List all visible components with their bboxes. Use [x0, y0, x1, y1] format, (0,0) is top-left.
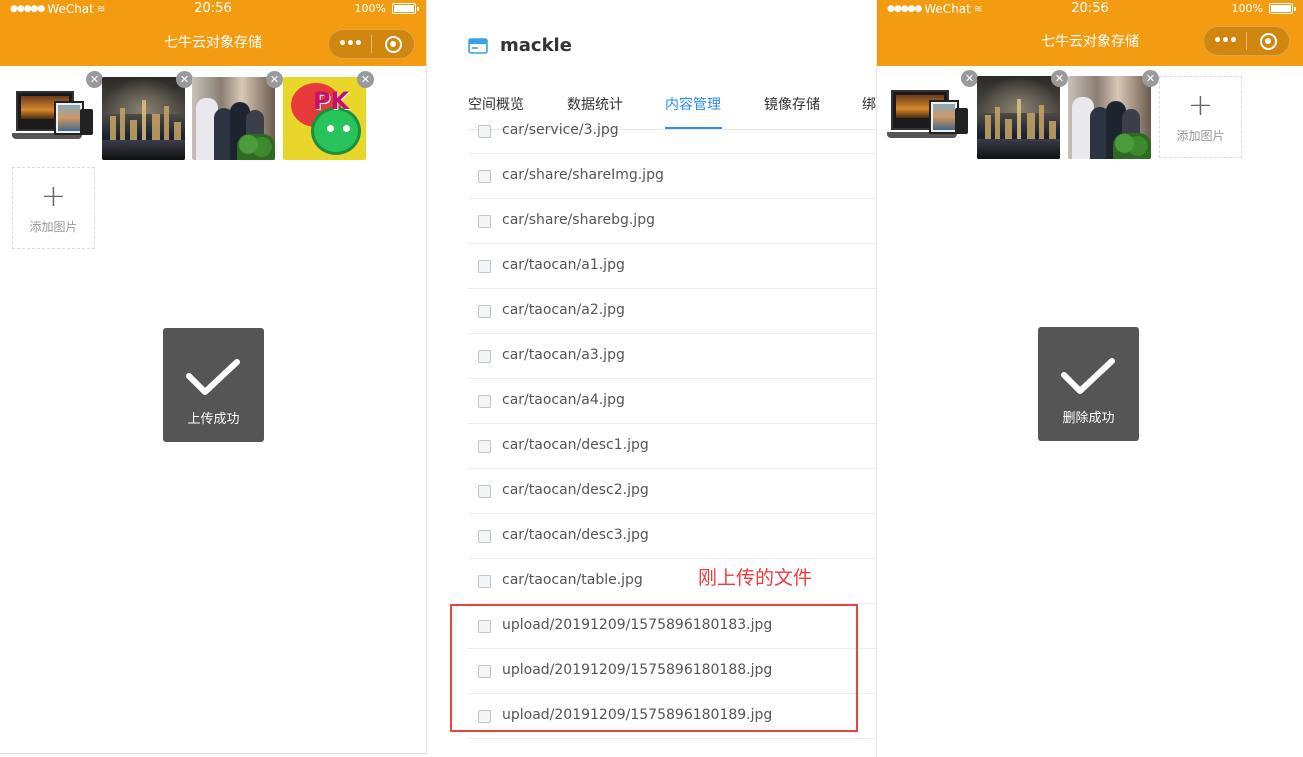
file-row[interactable]: car/taocan/desc2.jpg [468, 469, 876, 514]
file-checkbox[interactable] [478, 395, 491, 408]
file-row[interactable]: car/taocan/table.jpg [468, 559, 876, 604]
add-image-label: 添加图片 [1176, 129, 1225, 143]
close-miniprogram-button[interactable] [372, 35, 414, 53]
image-thumbnail[interactable]: ✕ [192, 71, 283, 160]
target-icon [1259, 32, 1277, 50]
file-row[interactable]: car/taocan/desc1.jpg [468, 424, 876, 469]
remove-image-icon[interactable]: ✕ [1051, 70, 1068, 87]
toast-message: 上传成功 [187, 412, 240, 427]
people-image [1068, 76, 1151, 159]
image-thumbnail[interactable]: ✕ [102, 71, 193, 160]
capsule-menu: ••• [1203, 26, 1290, 56]
image-thumbnail[interactable]: ✕ [977, 70, 1068, 159]
file-checkbox[interactable] [478, 485, 491, 498]
remove-image-icon[interactable]: ✕ [266, 71, 283, 88]
file-checkbox[interactable] [478, 575, 491, 588]
file-name: car/share/sharebg.jpg [502, 212, 655, 228]
file-name: car/taocan/a2.jpg [502, 302, 625, 318]
file-name: car/taocan/desc1.jpg [502, 437, 649, 453]
battery-icon [1269, 3, 1296, 14]
file-checkbox[interactable] [478, 530, 491, 543]
image-thumbnail[interactable]: PK ✕ [283, 71, 374, 160]
people-image [192, 77, 275, 160]
battery-percent: 100% [354, 2, 386, 15]
status-bar: ●●●●● WeChat ≋ 20:56 100% [877, 0, 1303, 18]
right-phone-screen: ●●●●● WeChat ≋ 20:56 100% 七牛云对象存储 ••• ✕ [876, 0, 1303, 757]
battery-icon [392, 3, 419, 14]
remove-image-icon[interactable]: ✕ [961, 70, 978, 87]
file-row[interactable]: car/taocan/a2.jpg [468, 289, 876, 334]
remove-image-icon[interactable]: ✕ [176, 71, 193, 88]
pk-image: PK [283, 77, 366, 160]
file-checkbox[interactable] [478, 260, 491, 273]
bucket-header: mackle [468, 35, 572, 56]
checkmark-icon [186, 359, 240, 395]
city-night-image [977, 76, 1060, 159]
remove-image-icon[interactable]: ✕ [86, 71, 103, 88]
add-image-label: 添加图片 [29, 220, 78, 234]
add-image-button[interactable]: + 添加图片 [1159, 76, 1242, 158]
capsule-menu: ••• [328, 29, 415, 59]
file-name: car/service/3.jpg [502, 122, 619, 138]
close-miniprogram-button[interactable] [1247, 32, 1289, 50]
checkmark-icon [1061, 358, 1115, 394]
toast: 上传成功 [163, 328, 264, 442]
bucket-name: mackle [500, 35, 572, 56]
file-row[interactable]: car/taocan/a3.jpg [468, 334, 876, 379]
more-icon[interactable]: ••• [1204, 33, 1246, 49]
file-name: car/taocan/desc2.jpg [502, 482, 649, 498]
qiniu-console: mackle 空间概览 数据统计 内容管理 镜像存储 绑 car/service… [428, 0, 876, 757]
devices-image [887, 76, 970, 159]
file-name: car/taocan/a4.jpg [502, 392, 625, 408]
more-icon[interactable]: ••• [329, 36, 371, 52]
file-row[interactable]: car/share/shareImg.jpg [468, 154, 876, 199]
remove-image-icon[interactable]: ✕ [357, 71, 374, 88]
callout-label: 刚上传的文件 [698, 567, 813, 589]
nav-bar: 七牛云对象存储 ••• [0, 18, 426, 66]
highlight-box [450, 604, 858, 732]
file-name: car/taocan/a3.jpg [502, 347, 625, 363]
file-checkbox[interactable] [478, 350, 491, 363]
target-icon [384, 35, 402, 53]
file-name: car/share/shareImg.jpg [502, 167, 664, 183]
image-thumbnail[interactable]: ✕ [12, 71, 103, 160]
battery-percent: 100% [1231, 2, 1263, 15]
plus-icon: + [1187, 88, 1214, 123]
city-night-image [102, 77, 185, 160]
file-checkbox[interactable] [478, 125, 491, 138]
file-name: car/taocan/desc3.jpg [502, 527, 649, 543]
file-row[interactable]: car/taocan/a4.jpg [468, 379, 876, 424]
file-name: car/taocan/table.jpg [502, 572, 643, 588]
nav-bar: 七牛云对象存储 ••• [877, 18, 1303, 66]
remove-image-icon[interactable]: ✕ [1142, 70, 1159, 87]
file-row[interactable]: car/taocan/desc3.jpg [468, 514, 876, 559]
file-name: car/taocan/a1.jpg [502, 257, 625, 273]
file-checkbox[interactable] [478, 305, 491, 318]
plus-icon: + [40, 179, 67, 214]
file-row[interactable]: car/service/3.jpg [468, 109, 876, 154]
file-checkbox[interactable] [478, 440, 491, 453]
file-checkbox[interactable] [478, 170, 491, 183]
toast-message: 删除成功 [1062, 411, 1115, 426]
status-bar: ●●●●● WeChat ≋ 20:56 100% [0, 0, 426, 18]
add-image-button[interactable]: + 添加图片 [12, 167, 95, 249]
devices-image [12, 77, 95, 160]
left-phone-screen: ●●●●● WeChat ≋ 20:56 100% 七牛云对象存储 ••• ✕ [0, 0, 427, 754]
file-row[interactable]: car/taocan/a1.jpg [468, 244, 876, 289]
file-row[interactable]: car/share/sharebg.jpg [468, 199, 876, 244]
image-thumbnail[interactable]: ✕ [1068, 70, 1159, 159]
file-checkbox[interactable] [478, 215, 491, 228]
toast: 删除成功 [1038, 327, 1139, 441]
image-thumbnail[interactable]: ✕ [887, 70, 978, 159]
bucket-icon [468, 37, 488, 54]
